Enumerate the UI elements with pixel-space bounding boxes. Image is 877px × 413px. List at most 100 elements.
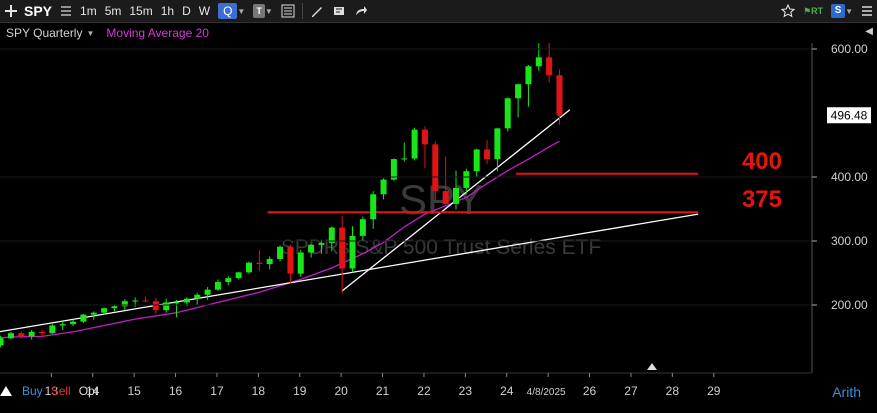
candle	[411, 127, 418, 161]
options-button[interactable]: Opt	[75, 384, 102, 398]
candle-body	[411, 129, 418, 159]
candle-body	[442, 191, 449, 204]
candle-body	[132, 300, 139, 302]
candle	[266, 256, 273, 270]
candle	[525, 65, 532, 107]
time-axis[interactable]: 13 14 15 16 17 18 19 20 21 22 23 24 4/8/2025 26 27 28 29	[45, 373, 721, 398]
candle	[18, 331, 25, 339]
candle	[142, 296, 149, 303]
candle-body	[18, 333, 25, 337]
candle-body	[432, 144, 439, 192]
candle-body	[49, 325, 56, 334]
candle-body	[173, 302, 180, 304]
candle-body	[0, 338, 4, 346]
candle	[401, 142, 408, 162]
candle	[297, 249, 304, 277]
candle-body	[235, 272, 242, 279]
time-tick-label: 17	[210, 384, 224, 398]
trendline-1	[0, 213, 699, 333]
level-label-400: 400	[742, 148, 782, 175]
candle-body	[39, 331, 45, 334]
candle-body	[453, 187, 459, 204]
candle-body	[121, 301, 128, 307]
candle	[339, 216, 346, 294]
candle-body	[370, 194, 377, 220]
candle	[70, 319, 77, 327]
candle-body	[287, 246, 294, 274]
time-tick-label: 19	[293, 384, 307, 398]
current-price-label: 496.48	[831, 108, 868, 122]
time-tick-label: 20	[334, 384, 348, 398]
candle-body	[152, 301, 159, 311]
time-tick-label: 28	[666, 384, 680, 398]
candle	[7, 331, 14, 339]
candle	[28, 329, 35, 340]
candle	[349, 226, 356, 273]
bottom-actions: Buy Sell Opt	[0, 384, 102, 398]
candle-body	[308, 244, 315, 253]
candle-body	[7, 333, 14, 339]
price-chart[interactable]: SPY SPDRs S&P 500 Trust Series ETF 400 37…	[0, 0, 877, 413]
candle-body	[277, 246, 284, 259]
candle	[49, 324, 56, 334]
time-tick-label: 21	[376, 384, 390, 398]
candle-body	[390, 159, 397, 180]
time-tick-label: 22	[417, 384, 431, 398]
candle-body	[246, 262, 252, 273]
candle	[80, 313, 87, 323]
candle	[484, 139, 491, 165]
candle-body	[339, 227, 346, 269]
price-axis[interactable]: 600.00 400.00 300.00 200.00 496.48	[812, 42, 871, 312]
candle	[204, 287, 211, 300]
candle-body	[546, 57, 553, 76]
candle-body	[183, 298, 190, 303]
candle	[504, 97, 511, 132]
candle-body	[225, 278, 232, 282]
candle-body	[473, 149, 480, 172]
time-tick-label: 29	[707, 384, 721, 398]
candle-body	[504, 98, 511, 129]
sell-button[interactable]: Sell	[47, 384, 75, 398]
candle-body	[297, 252, 304, 274]
price-tick-label: 300.00	[831, 234, 868, 248]
time-tick-label: 18	[252, 384, 266, 398]
candle-body	[318, 242, 325, 245]
candle-body	[515, 84, 522, 99]
candle-body	[535, 57, 542, 67]
candle-body	[401, 158, 408, 160]
candle-body	[214, 281, 221, 290]
candle-body	[101, 308, 108, 313]
buy-button[interactable]: Buy	[18, 384, 47, 398]
watermark-symbol: SPY	[399, 176, 483, 223]
candle	[421, 126, 428, 169]
candle-body	[59, 324, 66, 326]
candle-body	[421, 129, 428, 145]
candle	[380, 178, 387, 200]
candle	[59, 321, 66, 330]
candle	[277, 245, 284, 262]
candle-body	[194, 294, 201, 299]
candle-body	[494, 128, 501, 160]
candle-body	[111, 306, 118, 309]
watermark: SPY SPDRs S&P 500 Trust Series ETF	[281, 176, 602, 259]
candle	[473, 148, 480, 177]
candle	[235, 271, 242, 280]
candle	[225, 276, 232, 286]
candle-body	[556, 75, 563, 116]
candle-body	[163, 302, 170, 311]
candle-body	[70, 321, 77, 325]
candle-body	[28, 331, 35, 337]
candle	[256, 249, 263, 272]
candle	[494, 127, 501, 172]
candle-body	[266, 258, 273, 265]
candle-body	[90, 312, 97, 315]
candle	[246, 261, 252, 274]
candle	[163, 298, 170, 313]
candle-body	[380, 179, 387, 195]
candle	[535, 43, 542, 71]
scale-mode-button[interactable]: Arith	[832, 384, 861, 400]
candle-body	[256, 262, 263, 265]
candle-body	[525, 66, 532, 85]
candle	[515, 83, 522, 118]
candle	[173, 299, 180, 318]
